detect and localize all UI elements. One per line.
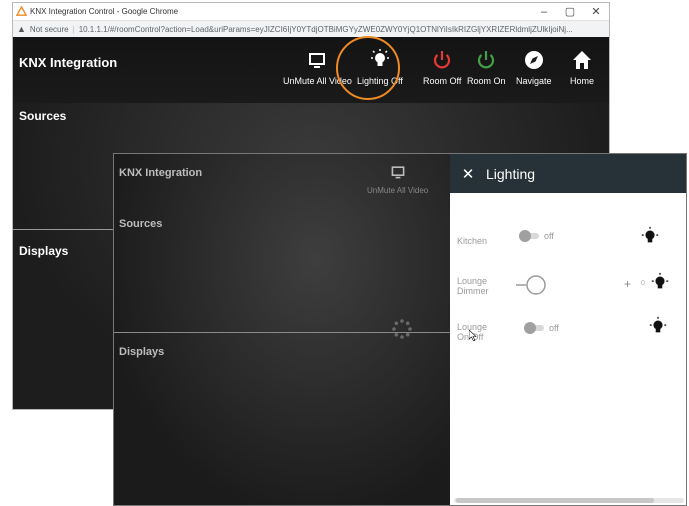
dimmer-increase-button[interactable]: + (624, 277, 631, 291)
kitchen-state: off (544, 231, 554, 241)
lightbulb-icon[interactable] (640, 226, 660, 246)
browser-titlebar: KNX Integration Control - Google Chrome … (13, 3, 609, 21)
navigate-button[interactable]: Navigate (516, 49, 552, 86)
monitor-icon (309, 53, 326, 68)
security-label: Not secure (29, 24, 69, 34)
lighting-panel: ✕ Lighting Kitchen off Lounge Dimmer + 0… (450, 154, 686, 505)
front-displays-label: Displays (119, 346, 165, 358)
url-text[interactable]: 10.1.1.1/#/roomControl?action=Load&uriPa… (79, 25, 573, 34)
warning-icon: ▲ (17, 24, 26, 34)
address-bar[interactable]: ▲ Not secure | 10.1.1.1/#/roomControl?ac… (13, 21, 609, 38)
app-favicon-icon (16, 6, 27, 16)
toggle-knob (524, 322, 536, 334)
home-label: Home (570, 76, 595, 86)
lighting-panel-header: ✕ Lighting (450, 154, 686, 193)
navigate-label: Navigate (516, 76, 552, 86)
home-icon (573, 51, 591, 69)
app-title: KNX Integration (19, 55, 118, 70)
kitchen-toggle[interactable] (519, 230, 541, 242)
window-title: KNX Integration Control - Google Chrome (30, 7, 179, 16)
power-off-icon (434, 51, 451, 69)
close-window-button[interactable]: ✕ (583, 4, 609, 20)
front-app-window: KNX Integration UnMute All Video Sources… (113, 153, 687, 506)
room-off-label: Room Off (423, 76, 462, 86)
toggle-knob (519, 230, 531, 242)
room-off-button[interactable]: Room Off (423, 49, 461, 86)
panel-horizontal-scrollbar[interactable] (454, 498, 684, 503)
front-sources-label: Sources (119, 218, 163, 230)
minimize-button[interactable]: – (531, 4, 557, 20)
app-header: KNX Integration UnMute All Video Lightin… (13, 37, 609, 103)
lounge-onoff-row: Lounge On/Off off (450, 316, 686, 356)
kitchen-row: Kitchen off (450, 226, 686, 266)
panel-title: Lighting (486, 165, 536, 182)
power-on-icon (478, 51, 495, 69)
home-button[interactable]: Home (570, 49, 594, 86)
kitchen-label: Kitchen (457, 236, 488, 246)
front-app-title: KNX Integration (119, 167, 203, 179)
lounge-dimmer-label-line2: Dimmer (457, 286, 489, 296)
highlight-ring (336, 36, 400, 100)
room-on-button[interactable]: Room On (467, 49, 506, 86)
lounge-onoff-toggle[interactable] (524, 322, 546, 334)
back-displays-label: Displays (19, 244, 69, 258)
maximize-button[interactable]: ▢ (557, 4, 583, 20)
lightbulb-icon[interactable] (648, 316, 668, 336)
lounge-dimmer-label-line1: Lounge (457, 276, 488, 286)
front-unmute-label: UnMute All Video (367, 186, 429, 195)
lounge-onoff-state: off (549, 323, 559, 333)
close-icon[interactable]: ✕ (450, 165, 486, 183)
cursor-icon (469, 330, 477, 341)
address-separator: | (72, 24, 75, 34)
dimmer-value: 0 (641, 280, 645, 287)
compass-icon (524, 51, 543, 69)
back-divider (13, 229, 123, 230)
dimmer-slider[interactable] (516, 273, 550, 297)
scrollbar-thumb[interactable] (456, 498, 654, 503)
front-unmute-button[interactable]: UnMute All Video (367, 164, 428, 195)
lightbulb-icon[interactable] (650, 272, 670, 292)
lounge-dimmer-label: Lounge Dimmer (457, 276, 489, 296)
back-sources-label: Sources (19, 109, 67, 123)
lounge-dimmer-row: Lounge Dimmer + 0 (450, 270, 686, 310)
room-on-label: Room On (467, 76, 506, 86)
spinner-icon (392, 319, 412, 339)
monitor-icon (391, 166, 405, 179)
